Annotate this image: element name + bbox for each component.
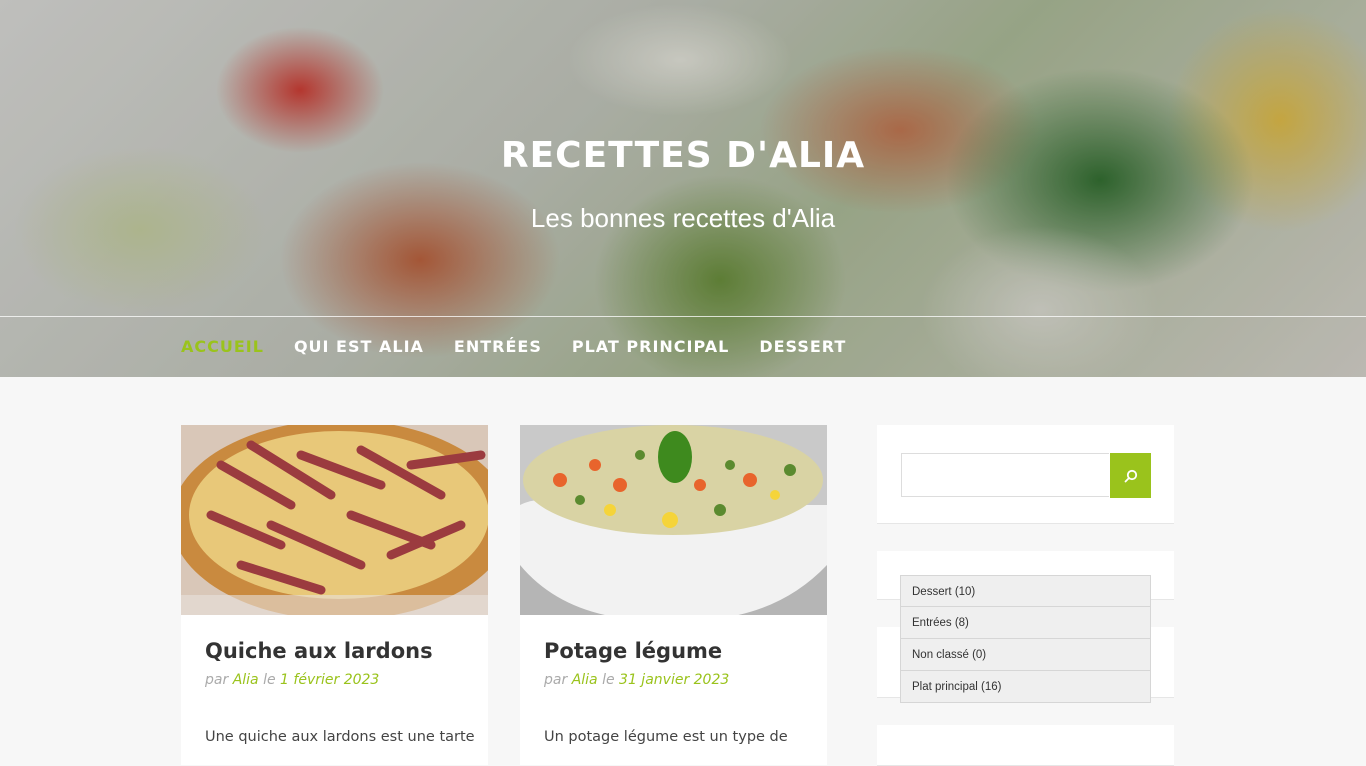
post-date-link[interactable]: 31 janvier 2023 (619, 672, 729, 688)
nav-item-accueil[interactable]: ACCUEIL (181, 337, 264, 356)
post-author-link[interactable]: Alia (233, 672, 259, 688)
meta-on-label: le (263, 672, 276, 688)
nav-item-plat-principal[interactable]: PLAT PRINCIPAL (572, 337, 729, 356)
post-thumbnail-quiche[interactable] (181, 425, 488, 615)
search-input[interactable] (901, 453, 1109, 497)
post-card: Potage légume par Alia le 31 janvier 202… (520, 425, 827, 765)
search-button[interactable] (1110, 453, 1151, 498)
site-tagline: Les bonnes recettes d'Alia (530, 203, 836, 233)
categories-dropdown: Dessert (10) Entrées (8) Non classé (0) … (900, 575, 1151, 703)
nav-item-entrees[interactable]: ENTRÉES (454, 337, 542, 356)
meta-on-label: le (602, 672, 615, 688)
post-date-link[interactable]: 1 février 2023 (280, 672, 379, 688)
post-card: Quiche aux lardons par Alia le 1 février… (181, 425, 488, 765)
post-meta: par Alia le 31 janvier 2023 (544, 672, 729, 688)
post-thumbnail-potage[interactable] (520, 425, 827, 615)
post-excerpt: Un potage légume est un type de (544, 729, 788, 745)
post-title[interactable]: Potage légume (544, 639, 722, 663)
sidebar-widget (877, 725, 1174, 766)
header-banner: RECETTES D'ALIA Les bonnes recettes d'Al… (0, 0, 1366, 377)
category-option-non-classe[interactable]: Non classé (0) (900, 639, 1151, 671)
post-excerpt: Une quiche aux lardons est une tarte (205, 729, 475, 745)
meta-by-label: par (544, 672, 568, 688)
nav-item-qui-est-alia[interactable]: QUI EST ALIA (294, 337, 424, 356)
post-author-link[interactable]: Alia (572, 672, 598, 688)
category-option-plat-principal[interactable]: Plat principal (16) (900, 671, 1151, 703)
post-title[interactable]: Quiche aux lardons (205, 639, 433, 663)
site-title[interactable]: RECETTES D'ALIA (0, 135, 1366, 176)
meta-by-label: par (205, 672, 229, 688)
post-meta: par Alia le 1 février 2023 (205, 672, 379, 688)
category-option-dessert[interactable]: Dessert (10) (900, 575, 1151, 607)
search-widget (877, 425, 1174, 524)
main-navigation: ACCUEIL QUI EST ALIA ENTRÉES PLAT PRINCI… (0, 316, 1366, 377)
category-option-entrees[interactable]: Entrées (8) (900, 607, 1151, 639)
search-icon (1124, 469, 1137, 482)
nav-item-dessert[interactable]: DESSERT (759, 337, 846, 356)
nav-list: ACCUEIL QUI EST ALIA ENTRÉES PLAT PRINCI… (181, 337, 846, 356)
